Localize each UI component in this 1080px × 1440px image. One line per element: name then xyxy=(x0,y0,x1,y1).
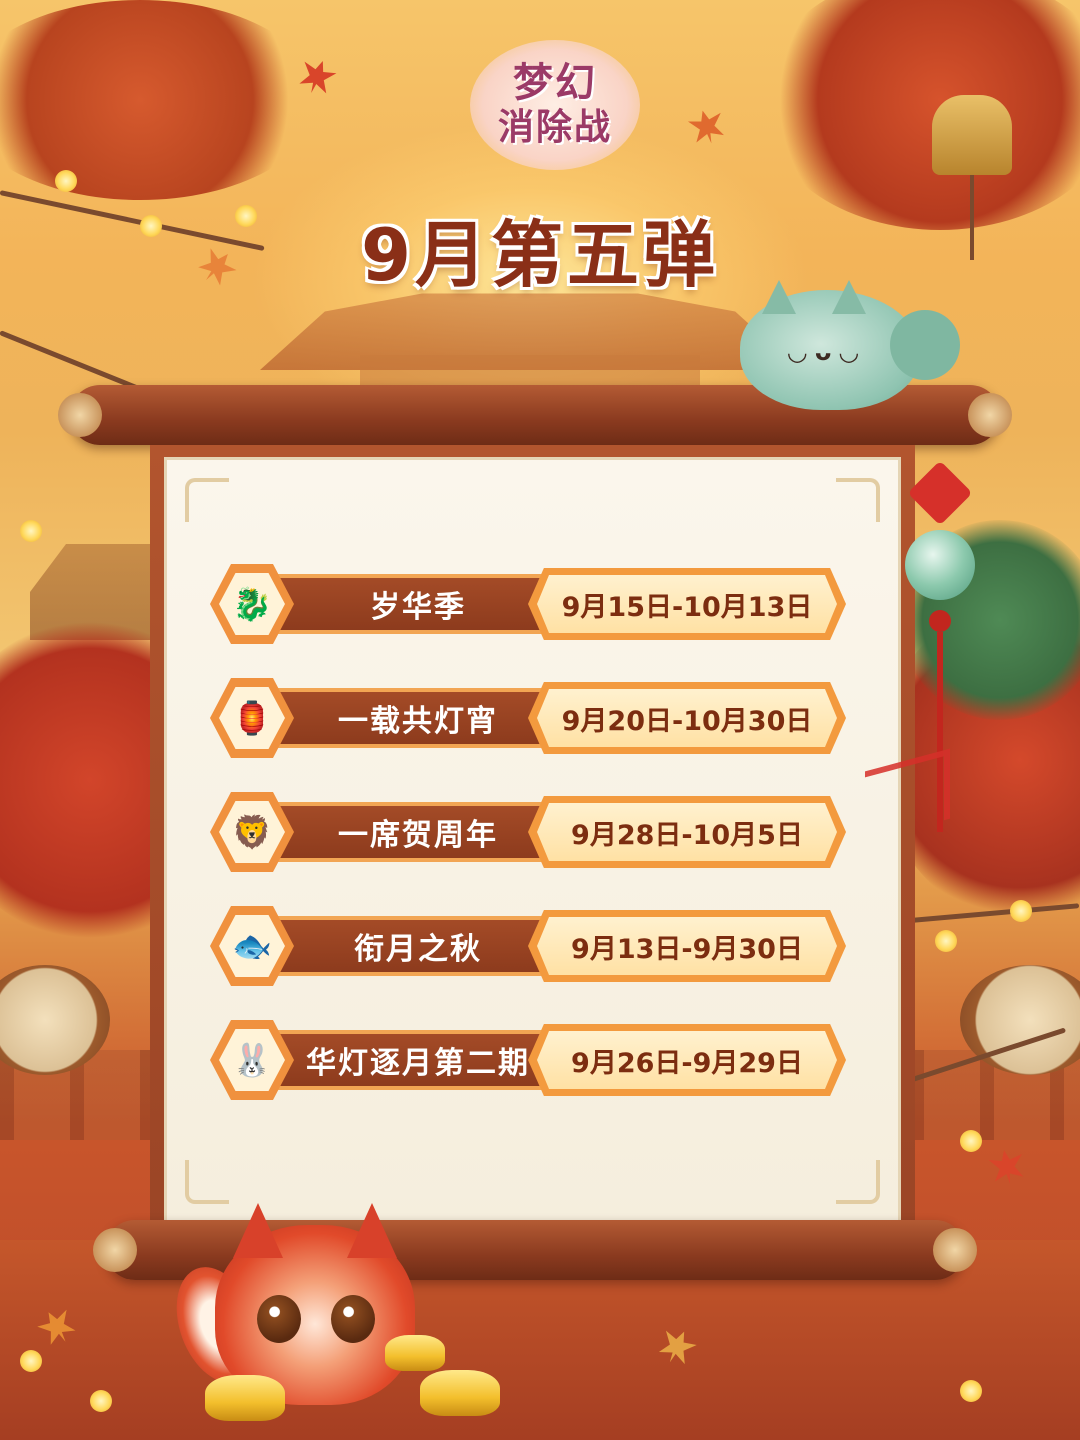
lion-dance-icon: 🦁 xyxy=(219,801,285,863)
event-date-frame: 9月13日-9月30日 xyxy=(528,910,846,982)
cat-face: ◡ ᴗ ◡ xyxy=(788,338,859,366)
wintersweet-flower xyxy=(935,930,957,952)
event-date-frame: 9月15日-10月13日 xyxy=(528,568,846,640)
event-date-frame: 9月26日-9月29日 xyxy=(528,1024,846,1096)
chinese-knot-icon xyxy=(907,460,973,526)
event-name: 一载共灯宵 xyxy=(264,688,544,748)
wintersweet-flower xyxy=(20,1350,42,1372)
event-name: 岁华季 xyxy=(264,574,544,634)
event-date: 9月28日-10月5日 xyxy=(537,803,837,861)
event-date-frame: 9月20日-10月30日 xyxy=(528,682,846,754)
logo-line-2: 消除战 xyxy=(497,106,612,148)
gold-ingot-icon xyxy=(420,1370,500,1416)
cat-tail xyxy=(890,310,960,380)
jade-bead-icon xyxy=(905,530,975,600)
event-row[interactable]: 🏮 一载共灯宵 9月20日-10月30日 xyxy=(210,674,860,762)
event-date-frame: 9月28日-10月5日 xyxy=(528,796,846,868)
event-name: 华灯逐月第二期 xyxy=(264,1030,544,1090)
corner-ornament xyxy=(185,478,229,522)
koi-fish-icon: 🐟 xyxy=(219,915,285,977)
wintersweet-flower xyxy=(960,1130,982,1152)
corner-ornament xyxy=(185,1160,229,1204)
event-date: 9月13日-9月30日 xyxy=(537,917,837,975)
red-bead-icon xyxy=(929,610,951,632)
wintersweet-flower xyxy=(960,1380,982,1402)
maple-leaf xyxy=(987,1147,1026,1186)
bell-icon xyxy=(932,95,1012,175)
event-row[interactable]: 🐉 岁华季 9月15日-10月13日 xyxy=(210,560,860,648)
event-row[interactable]: 🐟 衔月之秋 9月13日-9月30日 xyxy=(210,902,860,990)
corner-ornament xyxy=(836,478,880,522)
wintersweet-flower xyxy=(1010,900,1032,922)
event-row[interactable]: 🦁 一席贺周年 9月28日-10月5日 xyxy=(210,788,860,876)
gold-ingot-icon xyxy=(205,1375,285,1421)
page-title: 9月第五弹 xyxy=(360,213,720,297)
event-date: 9月15日-10月13日 xyxy=(537,575,837,633)
event-date: 9月20日-10月30日 xyxy=(537,689,837,747)
lantern-icon: 🏮 xyxy=(219,687,285,749)
event-date: 9月26日-9月29日 xyxy=(537,1031,837,1089)
wintersweet-flower xyxy=(20,520,42,542)
event-name: 衔月之秋 xyxy=(264,916,544,976)
wintersweet-flower xyxy=(55,170,77,192)
event-list: 🐉 岁华季 9月15日-10月13日 🏮 一载共灯宵 9月20日-10月30日 … xyxy=(210,560,860,1130)
event-row[interactable]: 🐰 华灯逐月第二期 9月26日-9月29日 xyxy=(210,1016,860,1104)
wintersweet-flower xyxy=(90,1390,112,1412)
game-logo: 梦幻 消除战 xyxy=(470,40,640,170)
dragon-icon: 🐉 xyxy=(219,573,285,635)
event-name: 一席贺周年 xyxy=(264,802,544,862)
green-cat-mascot: ◡ ᴗ ◡ xyxy=(740,280,960,410)
corner-ornament xyxy=(836,1160,880,1204)
logo-line-1: 梦幻 xyxy=(513,59,597,106)
gold-ingot-icon xyxy=(385,1335,445,1371)
fox-eye xyxy=(257,1295,301,1343)
rabbit-icon: 🐰 xyxy=(219,1029,285,1091)
fox-eye xyxy=(331,1295,375,1343)
